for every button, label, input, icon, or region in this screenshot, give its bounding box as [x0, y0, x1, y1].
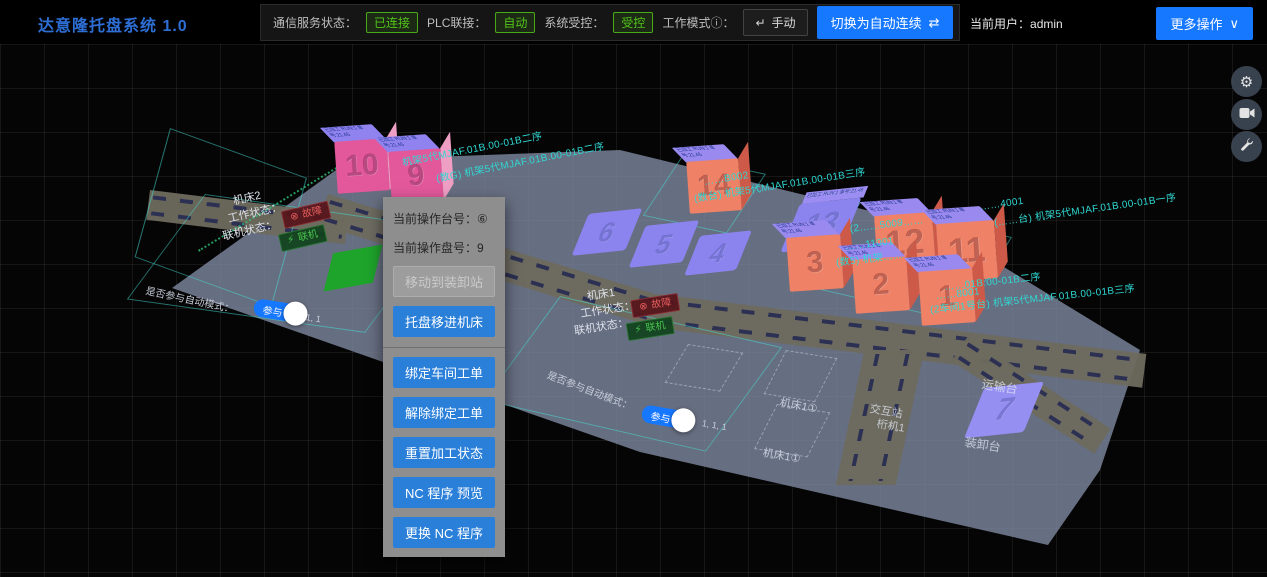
unbind-work-order-button[interactable]: 解除绑定工单 [393, 397, 495, 428]
current-user-value: admin [1030, 17, 1063, 31]
chevron-down-icon: ∨ [1229, 16, 1239, 32]
pallet-top-status: 已加工 RUN:1 单号:21.46 [802, 186, 868, 204]
switch-auto-label: 切换为自动连续 [831, 13, 922, 32]
toggle-after-text: 1, 1 [305, 312, 321, 324]
pallet-value: 9 [477, 241, 484, 255]
scene-3d: 6 5 4 已加工 RUN:1 单号:21.4613 7 已加工 RUN:1 单… [0, 44, 1267, 577]
manual-mode-label: 手动 [772, 14, 796, 31]
context-menu-panel: 当前操作台号：⑥ 当前操作盘号：9 移动到装卸站 托盘移进机床 绑定车间工单 解… [383, 197, 505, 557]
current-user-label: 当前用户： [970, 17, 1030, 31]
work-mode-text: 工作模式 [662, 16, 710, 30]
enter-icon: ↵ [755, 16, 765, 30]
work-order-label: (……台) 机架5代MJAF.01B.00-01B一序 [993, 189, 1177, 229]
manual-mode-button[interactable]: ↵ 手动 [743, 9, 807, 36]
replace-nc-program-button[interactable]: 更换 NC 程序 [393, 517, 495, 548]
toggle-label: 参与 [650, 407, 672, 425]
fault-icon: ⊗ [289, 211, 300, 225]
plc-link-label: PLC联接： [427, 14, 486, 31]
sys-control-badge: 受控 [613, 12, 653, 33]
comm-status-badge: 已连接 [366, 12, 418, 33]
station-row: 当前操作台号：⑥ [393, 210, 495, 227]
app-root: 达意隆托盘系统 1.0 通信服务状态： 已连接 PLC联接： 自动 系统受控： … [0, 0, 1267, 577]
panel-divider [383, 347, 505, 348]
work-mode-colon: ： [722, 16, 734, 30]
nc-program-preview-button[interactable]: NC 程序 预览 [393, 477, 495, 508]
move-to-loading-station-button[interactable]: 移动到装卸站 [393, 266, 495, 297]
top-bar: 达意隆托盘系统 1.0 通信服务状态： 已连接 PLC联接： 自动 系统受控： … [0, 0, 1267, 44]
participate-toggle[interactable]: 参与 [253, 298, 300, 323]
gear-icon: ⚙ [1240, 73, 1253, 91]
settings-button[interactable]: ⚙ [1231, 66, 1262, 97]
switch-auto-button[interactable]: 切换为自动连续 ⇄ [817, 6, 954, 39]
camera-view-button[interactable] [1231, 99, 1262, 130]
info-icon: ⓘ [710, 16, 722, 30]
bind-work-order-button[interactable]: 绑定车间工单 [393, 357, 495, 388]
video-camera-icon [1239, 106, 1255, 123]
fault-text: 故障 [651, 297, 673, 312]
toggle-label: 参与 [262, 301, 284, 319]
fault-text: 故障 [301, 205, 323, 221]
pallet-number: 6 [593, 215, 621, 249]
more-actions-button[interactable]: 更多操作 ∨ [1156, 7, 1253, 40]
work-mode-label: 工作模式ⓘ： [662, 14, 734, 31]
pallet-label: 当前操作盘号： [393, 241, 477, 255]
online-text: 联机 [645, 320, 667, 335]
online-text: 联机 [297, 229, 319, 245]
tools-button[interactable] [1231, 131, 1262, 162]
pallet-number: 4 [704, 236, 732, 270]
pallet-into-machine-button[interactable]: 托盘移进机床 [393, 306, 495, 337]
online-icon: ⚡ [634, 324, 643, 337]
station-value: ⑥ [477, 212, 488, 226]
swap-icon: ⇄ [929, 15, 940, 31]
comm-status-label: 通信服务状态： [273, 14, 357, 31]
online-icon: ⚡ [286, 234, 296, 247]
sys-control-label: 系统受控： [544, 14, 604, 31]
pallet-number: 3 [786, 234, 844, 292]
more-actions-label: 更多操作 [1170, 14, 1222, 33]
reset-machining-status-button[interactable]: 重置加工状态 [393, 437, 495, 468]
plc-link-badge: 自动 [495, 12, 535, 33]
current-user: 当前用户：admin [970, 15, 1063, 32]
app-title: 达意隆托盘系统 1.0 [38, 12, 188, 36]
station-label: 当前操作台号： [393, 212, 477, 226]
fault-icon: ⊗ [638, 301, 648, 314]
status-bar: 通信服务状态： 已连接 PLC联接： 自动 系统受控： 受控 工作模式ⓘ： ↵ 手… [260, 4, 960, 41]
pallet-row: 当前操作盘号：9 [393, 239, 495, 256]
wrench-icon [1239, 137, 1254, 156]
pallet-number: 5 [650, 227, 678, 261]
pallet-cube[interactable]: 已加工 RUN:1 单号:21.46 3 [786, 234, 844, 292]
